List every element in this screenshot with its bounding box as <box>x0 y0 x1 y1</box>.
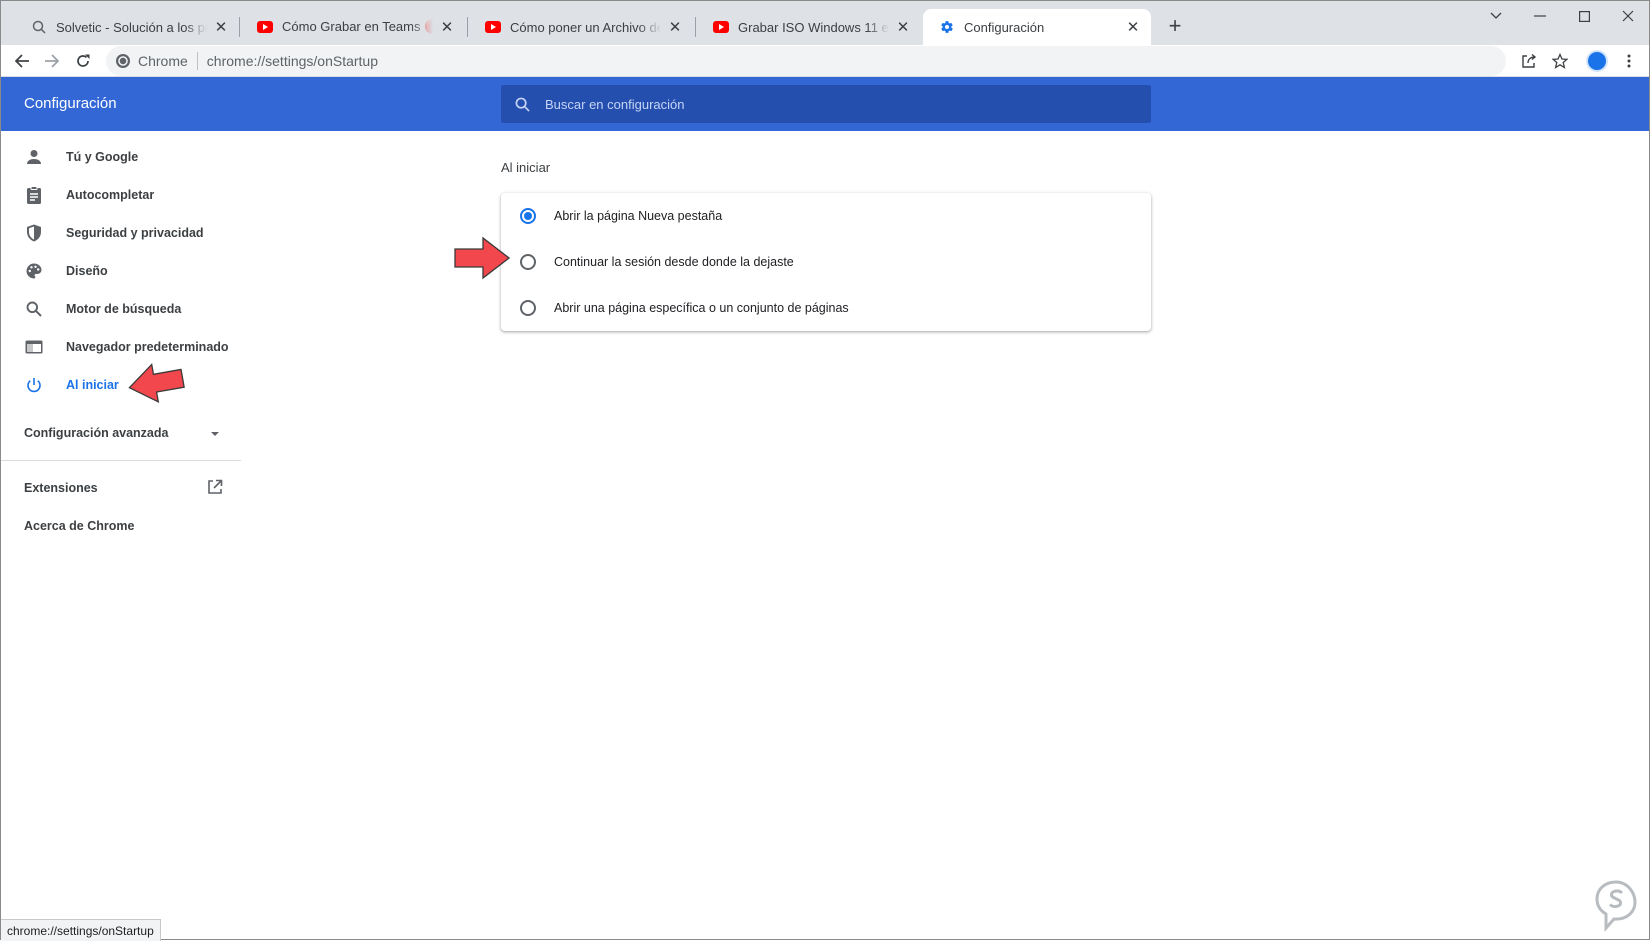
back-button[interactable] <box>10 49 34 73</box>
tab-teams[interactable]: Cómo Grabar en Teams 🔴 - YouTube ✕ <box>241 9 465 45</box>
tab-separator <box>239 17 240 37</box>
sidebar-item-label: Tú y Google <box>66 150 139 164</box>
share-button[interactable] <box>1517 49 1541 73</box>
chrome-icon <box>116 54 130 68</box>
address-scheme: Chrome <box>138 53 188 69</box>
sidebar-divider <box>1 460 241 461</box>
close-icon[interactable]: ✕ <box>895 19 911 36</box>
tab-title: Cómo Grabar en Teams 🔴 - YouTube <box>282 19 433 34</box>
address-url: chrome://settings/onStartup <box>206 53 378 69</box>
sidebar-item-on-startup[interactable]: Al iniciar <box>1 366 241 404</box>
tab-separator <box>695 17 696 37</box>
sidebar-item-default-browser[interactable]: Navegador predeterminado <box>1 328 241 366</box>
tab-title: Grabar ISO Windows 11 en USB <box>738 19 889 35</box>
close-icon[interactable]: ✕ <box>213 19 229 36</box>
sidebar-item-label: Navegador predeterminado <box>66 340 229 354</box>
radio-button[interactable] <box>520 208 536 224</box>
more-vertical-icon <box>1627 54 1631 68</box>
radio-button[interactable] <box>520 254 536 270</box>
sidebar-item-label: Seguridad y privacidad <box>66 226 204 240</box>
sidebar-link-extensions[interactable]: Extensiones <box>24 481 98 495</box>
settings-header: Configuración <box>1 77 1649 131</box>
minimize-button[interactable] <box>1518 5 1562 27</box>
solvetic-icon <box>31 19 47 35</box>
status-bubble: chrome://settings/onStartup <box>1 919 161 941</box>
sidebar-item-label: Autocompletar <box>66 188 155 202</box>
sidebar-item-search-engine[interactable]: Motor de búsqueda <box>1 290 241 328</box>
tab-solvetic[interactable]: Solvetic - Solución a los problemas ✕ <box>15 9 239 45</box>
sidebar-link-about-chrome[interactable]: Acerca de Chrome <box>24 519 134 533</box>
tab-title: Configuración <box>964 19 1045 35</box>
address-divider <box>196 52 198 70</box>
close-window-button[interactable] <box>1606 5 1650 27</box>
address-bar[interactable]: Chrome chrome://settings/onStartup <box>106 46 1506 76</box>
tab-separator <box>467 17 468 37</box>
caret-down-icon[interactable] <box>210 429 220 439</box>
forward-button[interactable] <box>40 49 64 73</box>
profile-button[interactable] <box>1585 49 1609 73</box>
search-icon <box>513 95 531 113</box>
section-title: Al iniciar <box>501 160 551 175</box>
tab-title: Cómo poner un Archivo de Word <box>510 19 661 35</box>
sidebar-item-label: Motor de búsqueda <box>66 302 182 316</box>
sidebar-item-security[interactable]: Seguridad y privacidad <box>1 214 241 252</box>
close-icon[interactable]: ✕ <box>1125 19 1141 36</box>
shield-icon <box>25 224 43 242</box>
avatar <box>1586 50 1608 72</box>
startup-options-card: Abrir la página Nueva pestaña Continuar … <box>501 193 1151 331</box>
annotation-arrow-right-icon <box>454 236 511 280</box>
tab-strip: Solvetic - Solución a los problemas ✕ Có… <box>1 1 1649 45</box>
search-icon <box>25 300 43 318</box>
reload-button[interactable] <box>71 49 95 73</box>
tab-iso[interactable]: Grabar ISO Windows 11 en USB ✕ <box>697 9 921 45</box>
sidebar-item-you-and-google[interactable]: Tú y Google <box>1 138 241 176</box>
browser-window: Solvetic - Solución a los problemas ✕ Có… <box>0 0 1650 941</box>
open-in-new-icon[interactable] <box>207 479 223 495</box>
close-icon[interactable]: ✕ <box>439 19 455 36</box>
tab-settings[interactable]: Configuración ✕ <box>923 9 1151 45</box>
startup-option-new-tab[interactable]: Abrir la página Nueva pestaña <box>501 193 1151 239</box>
reload-icon <box>77 54 90 67</box>
youtube-icon <box>257 19 273 35</box>
arrow-left-icon <box>14 54 29 68</box>
tab-title: Solvetic - Solución a los problemas <box>56 19 207 35</box>
maximize-button[interactable] <box>1562 5 1606 27</box>
page-title: Configuración <box>24 95 117 112</box>
bookmark-button[interactable] <box>1548 49 1572 73</box>
search-input[interactable] <box>545 96 1125 112</box>
advanced-settings-toggle[interactable]: Configuración avanzada <box>24 426 168 440</box>
gear-icon <box>939 19 955 35</box>
person-icon <box>25 148 43 166</box>
youtube-icon <box>485 19 501 35</box>
sidebar-item-autofill[interactable]: Autocompletar <box>1 176 241 214</box>
sidebar-item-label: Diseño <box>66 264 108 278</box>
radio-button[interactable] <box>520 300 536 316</box>
solvetic-watermark-icon <box>1595 880 1637 932</box>
sidebar-item-label: Al iniciar <box>66 378 119 392</box>
sidebar-item-appearance[interactable]: Diseño <box>1 252 241 290</box>
new-tab-button[interactable]: + <box>1163 13 1187 38</box>
browser-toolbar: Chrome chrome://settings/onStartup <box>1 45 1649 77</box>
palette-icon <box>25 262 43 280</box>
close-icon[interactable]: ✕ <box>667 19 683 36</box>
share-icon <box>1522 53 1537 68</box>
radio-label: Abrir una página específica o un conjunt… <box>554 301 849 315</box>
star-icon <box>1552 53 1568 69</box>
radio-label: Continuar la sesión desde donde la dejas… <box>554 255 794 269</box>
menu-button[interactable] <box>1617 49 1641 73</box>
startup-option-specific-pages[interactable]: Abrir una página específica o un conjunt… <box>501 285 1151 331</box>
youtube-icon <box>713 19 729 35</box>
power-icon <box>25 376 43 394</box>
settings-search[interactable] <box>501 85 1151 123</box>
tab-word[interactable]: Cómo poner un Archivo de Word ✕ <box>469 9 693 45</box>
tab-search-button[interactable] <box>1474 5 1518 27</box>
annotation-arrow-left-icon <box>128 363 185 404</box>
radio-label: Abrir la página Nueva pestaña <box>554 209 723 223</box>
browser-window-icon <box>25 338 43 356</box>
clipboard-icon <box>25 186 43 204</box>
arrow-right-icon <box>45 54 60 68</box>
startup-option-continue-session[interactable]: Continuar la sesión desde donde la dejas… <box>501 239 1151 285</box>
